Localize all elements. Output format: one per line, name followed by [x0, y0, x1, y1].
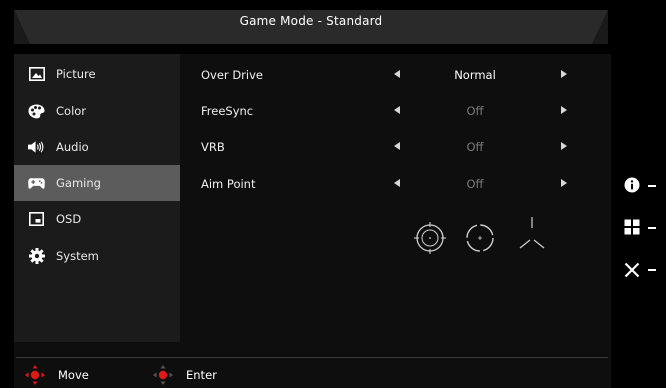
sidebar-item-label: Color [56, 104, 87, 118]
freesync-left-arrow[interactable] [394, 106, 400, 114]
header-bar [14, 10, 608, 44]
aim-point-right-arrow[interactable] [561, 179, 567, 187]
setting-label-vrb: VRB [201, 140, 225, 154]
vrb-right-arrow[interactable] [561, 142, 567, 150]
freesync-right-arrow[interactable] [561, 106, 567, 114]
vrb-left-arrow[interactable] [394, 142, 400, 150]
aim-point-value[interactable]: Off [425, 177, 525, 191]
close-icon[interactable] [624, 262, 640, 278]
over-drive-right-arrow[interactable] [561, 70, 567, 78]
footer-enter-label: Enter [186, 368, 217, 382]
close-key-dash [648, 269, 656, 271]
speaker-icon [28, 139, 45, 156]
palette-icon [28, 103, 45, 120]
info-key-dash [648, 185, 656, 187]
sidebar-item-gaming[interactable]: Gaming [14, 165, 180, 201]
over-drive-left-arrow[interactable] [394, 70, 400, 78]
freesync-value[interactable]: Off [425, 104, 525, 118]
setting-label-aim-point: Aim Point [201, 177, 256, 191]
setting-label-over-drive: Over Drive [201, 68, 263, 82]
gamepad-icon [28, 175, 45, 192]
sidebar-item-audio[interactable]: Audio [14, 129, 180, 165]
osd-menu: Game Mode - Standard Picture Color Audio… [0, 0, 622, 388]
picture-icon [28, 66, 45, 83]
setting-label-freesync: FreeSync [201, 104, 254, 118]
input-icon[interactable] [624, 219, 640, 235]
crosshair-lines-icon[interactable] [514, 215, 550, 255]
vrb-value[interactable]: Off [425, 140, 525, 154]
osd-window-icon [28, 211, 45, 228]
sidebar-item-label: Picture [56, 67, 96, 81]
crosshair-circle-icon[interactable] [412, 220, 448, 256]
footer-move-label: Move [58, 368, 89, 382]
gear-icon [28, 248, 45, 265]
joystick-move-icon [25, 365, 45, 385]
over-drive-value[interactable]: Normal [425, 68, 525, 82]
joystick-enter-icon [153, 365, 173, 385]
sidebar-item-label: Gaming [56, 176, 101, 190]
page-title: Game Mode - Standard [239, 14, 383, 28]
input-key-dash [648, 227, 656, 229]
crosshair-dashed-circle-icon[interactable] [462, 220, 498, 256]
sidebar-item-picture[interactable]: Picture [14, 56, 180, 92]
footer-divider [16, 357, 608, 358]
sidebar-item-label: Audio [56, 140, 89, 154]
sidebar-item-color[interactable]: Color [14, 93, 180, 129]
aim-point-left-arrow[interactable] [394, 179, 400, 187]
sidebar-item-osd[interactable]: OSD [14, 201, 180, 237]
info-icon[interactable] [624, 177, 640, 193]
sidebar-item-system[interactable]: System [14, 238, 180, 274]
sidebar-item-label: OSD [56, 212, 82, 226]
sidebar-item-label: System [56, 249, 99, 263]
